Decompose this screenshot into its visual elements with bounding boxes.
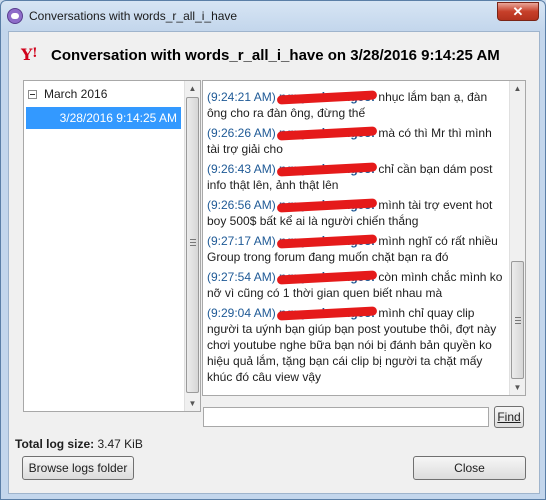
log-size-value: 3.47 KiB (97, 437, 143, 451)
message-timestamp: (9:27:17 AM) (207, 234, 276, 248)
message-sender-redacted: nguyenhoang93: (279, 90, 376, 104)
message: (9:26:26 AM) nguyenhoang93: mà có thì Mr… (207, 125, 503, 157)
browse-logs-folder-button[interactable]: Browse logs folder (22, 456, 134, 480)
grip-icon (190, 239, 196, 240)
message-timestamp: (9:26:56 AM) (207, 198, 276, 212)
grip-icon (190, 245, 196, 246)
window-title: Conversations with words_r_all_i_have (29, 9, 238, 23)
close-button[interactable]: Close (413, 456, 526, 480)
yahoo-icon: Y (21, 45, 41, 64)
grip-icon (515, 317, 521, 318)
log-date-tree[interactable]: March 2016 3/28/2016 9:14:25 AM ▲ ▼ (23, 80, 201, 412)
log-size-label: Total log size: (15, 437, 95, 451)
message-timestamp: (9:24:21 AM) (207, 90, 276, 104)
message-sender-redacted: nguyenhoang93: (279, 234, 376, 248)
message: (9:27:17 AM) nguyenhoang93: mình nghĩ có… (207, 233, 503, 265)
message-sender-redacted: nguyenhoang93: (279, 162, 376, 176)
conversation-log-window: Conversations with words_r_all_i_have ✕ … (0, 0, 546, 500)
tree-group-label: March 2016 (44, 87, 108, 101)
conversation-title: Conversation with words_r_all_i_have on … (51, 47, 500, 64)
total-log-size: Total log size: 3.47 KiB (15, 437, 143, 451)
find-input[interactable] (203, 407, 489, 427)
message-timestamp: (9:29:04 AM) (207, 306, 276, 320)
scroll-down-arrow-icon[interactable]: ▼ (512, 382, 523, 393)
collapse-icon[interactable] (28, 90, 37, 99)
title-bar[interactable]: Conversations with words_r_all_i_have ✕ (1, 1, 545, 31)
message-timestamp: (9:27:54 AM) (207, 270, 276, 284)
message-sender-redacted: nguyenhoang93: (279, 306, 376, 320)
pidgin-icon (7, 8, 23, 24)
tree-scrollbar[interactable]: ▲ ▼ (184, 81, 200, 411)
grip-icon (515, 320, 521, 321)
find-button-label: Find (497, 410, 521, 424)
log-scrollbar-thumb[interactable] (511, 261, 524, 379)
message: (9:24:21 AM) nguyenhoang93: nhục lắm bạn… (207, 89, 503, 121)
conversation-log-view[interactable]: (9:24:21 AM) nguyenhoang93: nhục lắm bạn… (202, 80, 526, 396)
message-timestamp: (9:26:43 AM) (207, 162, 276, 176)
message-sender-redacted: nguyenhoang93: (279, 126, 376, 140)
message-list: (9:24:21 AM) nguyenhoang93: nhục lắm bạn… (207, 89, 503, 389)
window-close-button[interactable]: ✕ (497, 2, 539, 21)
log-scrollbar[interactable]: ▲ ▼ (509, 81, 525, 395)
message: (9:27:54 AM) nguyenhoang93: còn mình chắ… (207, 269, 503, 301)
window-client-area: Y Conversation with words_r_all_i_have o… (8, 31, 540, 494)
message-sender-redacted: nguyenhoang93: (279, 270, 376, 284)
message: (9:29:04 AM) nguyenhoang93: mình chỉ qua… (207, 305, 503, 385)
find-button[interactable]: Find (494, 406, 524, 428)
scroll-down-arrow-icon[interactable]: ▼ (187, 398, 198, 409)
message: (9:26:56 AM) nguyenhoang93: mình tài trợ… (207, 197, 503, 229)
scroll-up-arrow-icon[interactable]: ▲ (187, 83, 198, 94)
grip-icon (190, 242, 196, 243)
message-timestamp: (9:26:26 AM) (207, 126, 276, 140)
message: (9:26:43 AM) nguyenhoang93: chỉ cần bạn … (207, 161, 503, 193)
tree-scrollbar-thumb[interactable] (186, 97, 199, 393)
scroll-up-arrow-icon[interactable]: ▲ (512, 83, 523, 94)
grip-icon (515, 323, 521, 324)
tree-item-selected-log[interactable]: 3/28/2016 9:14:25 AM (26, 107, 181, 129)
message-sender-redacted: nguyenhoang93: (279, 198, 376, 212)
